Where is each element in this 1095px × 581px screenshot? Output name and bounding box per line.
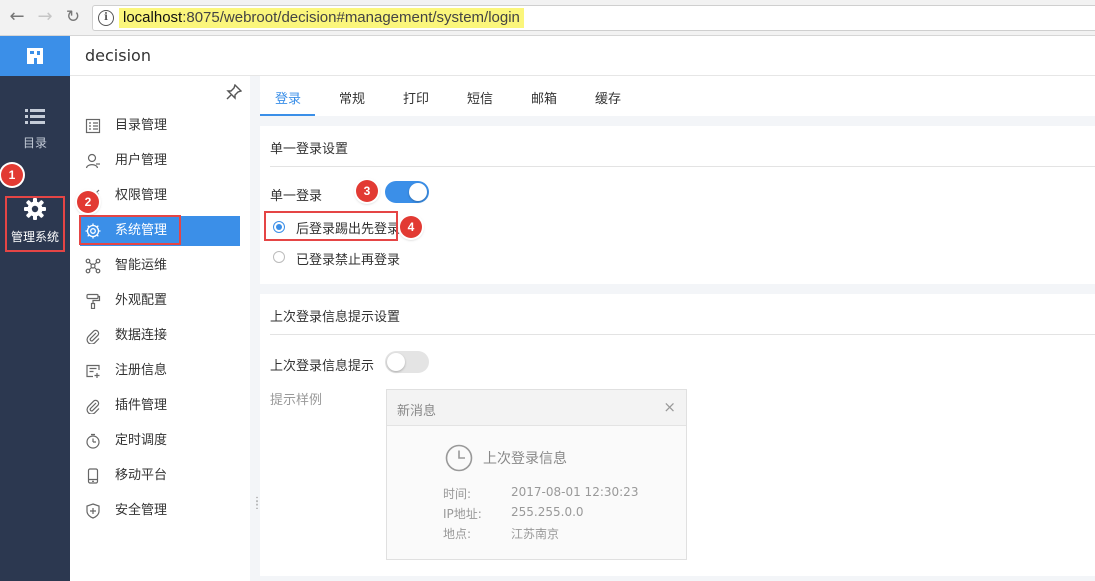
annotation-box-kick-option bbox=[264, 211, 398, 241]
plugin-icon bbox=[86, 399, 100, 414]
radio-block-new-label[interactable]: 已登录禁止再登录 bbox=[296, 249, 400, 268]
register-icon bbox=[86, 364, 100, 378]
sidebar-item-plugins[interactable]: 插件管理 bbox=[80, 391, 240, 421]
info-icon[interactable]: i bbox=[98, 10, 114, 26]
forward-arrow-icon[interactable]: → bbox=[34, 6, 56, 28]
sso-toggle-label: 单一登录 bbox=[270, 189, 323, 204]
last-login-panel: 上次登录信息提示设置 上次登录信息提示 提示样例 新消息 × 上次登录信息 时间… bbox=[260, 294, 1095, 576]
last-login-section-title: 上次登录信息提示设置 bbox=[270, 310, 401, 325]
ip-key: IP地址: bbox=[443, 507, 482, 521]
sidebar-item-users[interactable]: 用户管理 bbox=[80, 146, 240, 176]
url-path: :8075/webroot/decision#management/system… bbox=[182, 9, 520, 26]
divider bbox=[270, 334, 1095, 335]
browser-toolbar: ← → ↻ i localhost:8075/webroot/decision#… bbox=[0, 0, 1095, 36]
sidebar-item-label: 移动平台 bbox=[115, 468, 168, 483]
sidebar-item-label: 目录管理 bbox=[115, 118, 168, 133]
rail-catalog-label: 目录 bbox=[22, 136, 47, 150]
time-value: 2017-08-01 12:30:23 bbox=[511, 485, 639, 499]
paint-roller-icon bbox=[86, 293, 101, 309]
sso-settings-panel: 单一登录设置 单一登录 后登录踢出先登录 已登录禁止再登录 bbox=[260, 126, 1095, 284]
app-logo[interactable] bbox=[0, 36, 70, 76]
url-host: localhost bbox=[123, 9, 183, 26]
annotation-box-management bbox=[5, 196, 65, 252]
page-title: decision bbox=[85, 46, 151, 65]
app-rail: 目录 管理系统 bbox=[0, 36, 70, 581]
sidebar-item-security[interactable]: 安全管理 bbox=[80, 496, 240, 526]
annotation-marker-4: 4 bbox=[400, 216, 422, 238]
tab-login[interactable]: 登录 bbox=[275, 88, 301, 107]
last-login-toggle[interactable] bbox=[385, 351, 429, 373]
rail-item-catalog[interactable]: 目录 bbox=[0, 108, 70, 151]
sidebar-resize-handle[interactable]: ⋮ ⋮ bbox=[252, 497, 262, 514]
sso-toggle[interactable] bbox=[385, 181, 429, 203]
annotation-marker-1: 1 bbox=[1, 164, 23, 186]
sidebar-item-label: 数据连接 bbox=[115, 328, 168, 343]
user-icon bbox=[85, 153, 100, 169]
shield-icon bbox=[86, 503, 100, 519]
network-icon bbox=[85, 258, 101, 274]
annotation-marker-2: 2 bbox=[77, 191, 99, 213]
place-value: 江苏南京 bbox=[511, 527, 560, 541]
place-key: 地点: bbox=[443, 527, 472, 541]
tab-print[interactable]: 打印 bbox=[403, 88, 429, 107]
ip-value: 255.255.0.0 bbox=[511, 505, 584, 519]
annotation-box-system bbox=[79, 215, 181, 245]
annotation-marker-3: 3 bbox=[356, 180, 378, 202]
sidebar-item-label: 安全管理 bbox=[115, 503, 168, 518]
sidebar-item-label: 插件管理 bbox=[115, 398, 168, 413]
pin-icon[interactable] bbox=[226, 84, 242, 100]
toggle-knob bbox=[387, 353, 405, 371]
list-icon bbox=[85, 118, 101, 134]
sidebar-item-ops[interactable]: 智能运维 bbox=[80, 251, 240, 281]
sidebar-item-data-connection[interactable]: 数据连接 bbox=[80, 321, 240, 351]
clock-icon bbox=[445, 444, 473, 472]
sidebar-item-label: 用户管理 bbox=[115, 153, 168, 168]
sidebar-item-appearance[interactable]: 外观配置 bbox=[80, 286, 240, 316]
paperclip-icon bbox=[86, 329, 100, 344]
timer-icon bbox=[86, 433, 100, 449]
app-header: decision bbox=[70, 36, 1095, 76]
sso-section-title: 单一登录设置 bbox=[270, 142, 349, 157]
divider bbox=[270, 166, 1095, 167]
last-login-toggle-label: 上次登录信息提示 bbox=[270, 359, 375, 374]
back-arrow-icon[interactable]: ← bbox=[6, 6, 28, 28]
tab-general[interactable]: 常规 bbox=[339, 88, 365, 107]
url-text[interactable]: localhost:8075/webroot/decision#manageme… bbox=[119, 8, 524, 28]
sidebar-item-label: 外观配置 bbox=[115, 293, 168, 308]
sidebar-item-registration[interactable]: 注册信息 bbox=[80, 356, 240, 386]
sidebar-item-label: 权限管理 bbox=[115, 188, 168, 203]
sample-label: 提示样例 bbox=[270, 393, 323, 408]
settings-tabs: 登录 常规 打印 短信 邮箱 缓存 bbox=[260, 76, 1095, 116]
management-sidebar: 目录管理 用户管理 权限管理 系统管理 智能运维 外观配置 数据连接 注册信息 … bbox=[70, 76, 250, 581]
sidebar-item-label: 注册信息 bbox=[115, 363, 168, 378]
logo-icon bbox=[27, 48, 43, 64]
tab-sms[interactable]: 短信 bbox=[467, 88, 493, 107]
address-bar[interactable]: i localhost:8075/webroot/decision#manage… bbox=[92, 5, 1095, 31]
sidebar-item-label: 智能运维 bbox=[115, 258, 168, 273]
tab-cache[interactable]: 缓存 bbox=[595, 88, 621, 107]
radio-block-new[interactable] bbox=[273, 251, 285, 263]
list-icon bbox=[25, 109, 45, 124]
tab-mail[interactable]: 邮箱 bbox=[531, 88, 557, 107]
active-tab-indicator bbox=[260, 114, 315, 116]
mobile-icon bbox=[87, 468, 99, 484]
notification-header-title: 新消息 bbox=[397, 404, 437, 419]
sidebar-item-scheduler[interactable]: 定时调度 bbox=[80, 426, 240, 456]
sidebar-item-mobile[interactable]: 移动平台 bbox=[80, 461, 240, 491]
sidebar-item-permissions[interactable]: 权限管理 bbox=[80, 181, 240, 211]
notification-sample: 新消息 × 上次登录信息 时间: 2017-08-01 12:30:23 IP地… bbox=[386, 389, 687, 560]
notification-header: 新消息 × bbox=[387, 390, 686, 426]
sidebar-item-label: 定时调度 bbox=[115, 433, 168, 448]
reload-icon[interactable]: ↻ bbox=[62, 6, 84, 28]
notification-title: 上次登录信息 bbox=[483, 451, 567, 467]
time-key: 时间: bbox=[443, 487, 472, 501]
close-icon[interactable]: × bbox=[663, 398, 676, 416]
sidebar-item-catalog[interactable]: 目录管理 bbox=[80, 111, 240, 141]
toggle-knob bbox=[409, 183, 427, 201]
